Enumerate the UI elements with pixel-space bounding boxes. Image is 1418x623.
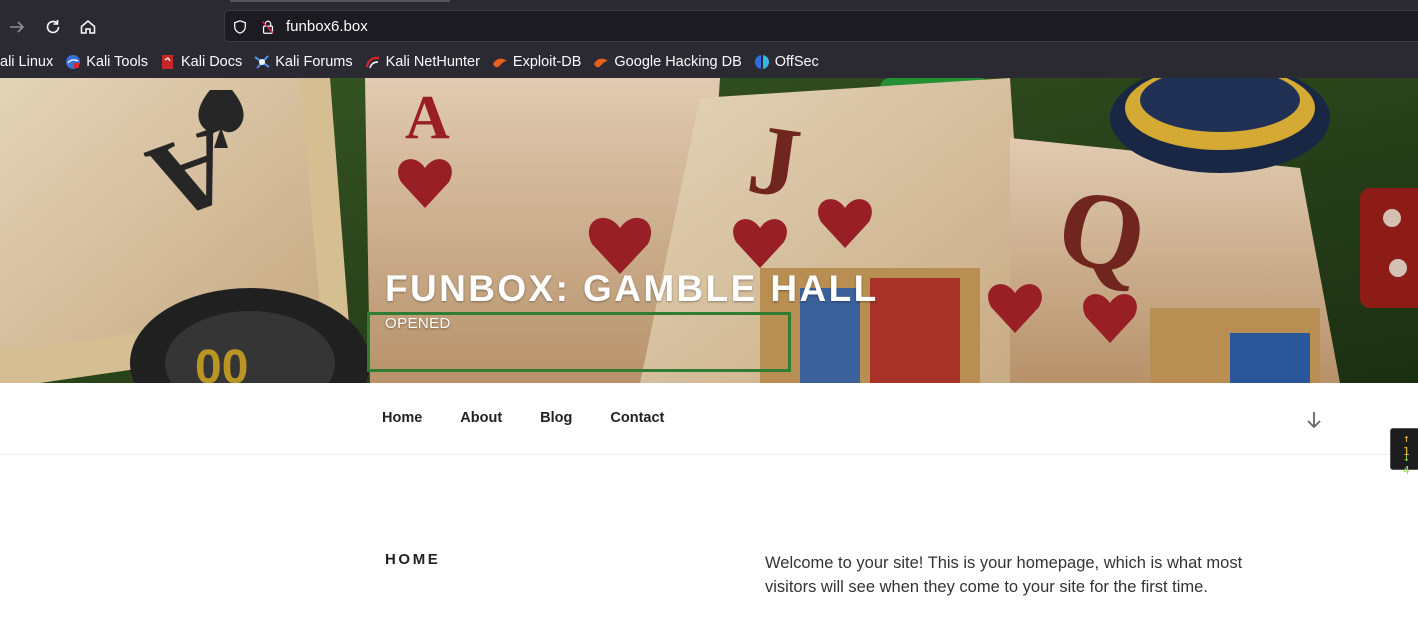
ghdb-icon <box>593 54 609 70</box>
kali-forums-icon <box>254 54 270 70</box>
arrow-down-icon <box>1307 412 1321 429</box>
header-hero: A 00 A J Q FUNBOX: GAMBLE HALL OPENED <box>0 78 1418 383</box>
shield-icon[interactable] <box>231 18 249 36</box>
kali-docs-icon <box>160 54 176 70</box>
bookmark-offsec[interactable]: OffSec <box>754 48 819 76</box>
browser-toolbar: funbox6.box ali Linux Kali Tools Kali Do… <box>0 0 1418 78</box>
scroll-down-button[interactable] <box>1302 408 1326 432</box>
active-tab-indicator <box>230 0 450 2</box>
bookmark-kali-docs[interactable]: Kali Docs <box>160 48 242 76</box>
download-indicator: ↓ 4 <box>1403 451 1410 477</box>
nav-menu: Home About Blog Contact <box>382 410 702 426</box>
arrow-right-icon <box>10 21 25 33</box>
nethunter-icon <box>365 54 381 70</box>
intro-text: Welcome to your site! This is your homep… <box>765 554 1243 596</box>
highlight-box <box>367 312 791 372</box>
nav-item-contact[interactable]: Contact <box>610 410 664 426</box>
home-button[interactable] <box>75 14 101 40</box>
bookmark-kali-tools[interactable]: Kali Tools <box>65 48 148 76</box>
nav-item-about[interactable]: About <box>460 410 502 426</box>
network-speed-widget: ↑ 1 ↓ 4 <box>1390 428 1418 477</box>
bookmark-exploit-db[interactable]: Exploit-DB <box>492 48 581 76</box>
page-title: HOME <box>385 551 441 568</box>
kali-tools-icon <box>65 54 81 70</box>
main-navigation: Home About Blog Contact <box>0 383 1418 455</box>
exploit-db-icon <box>492 54 508 70</box>
insecure-lock-icon[interactable] <box>259 18 277 36</box>
home-icon <box>80 20 96 34</box>
bookmark-kali-forums[interactable]: Kali Forums <box>254 48 353 76</box>
site-title[interactable]: FUNBOX: GAMBLE HALL <box>385 268 879 310</box>
reload-button[interactable] <box>40 14 66 40</box>
nav-item-blog[interactable]: Blog <box>540 410 572 426</box>
bookmark-kali-nethunter[interactable]: Kali NetHunter <box>365 48 480 76</box>
reload-icon <box>46 20 60 34</box>
forward-button[interactable] <box>4 14 30 40</box>
bookmark-kali-linux[interactable]: ali Linux <box>0 48 53 76</box>
bookmark-google-hacking-db[interactable]: Google Hacking DB <box>593 48 742 76</box>
offsec-icon <box>754 54 770 70</box>
url-text[interactable]: funbox6.box <box>286 17 368 37</box>
bookmarks-bar: ali Linux Kali Tools Kali Docs Kali Foru… <box>0 48 831 76</box>
url-bar[interactable]: funbox6.box <box>224 10 1418 42</box>
nav-item-home[interactable]: Home <box>382 410 422 426</box>
